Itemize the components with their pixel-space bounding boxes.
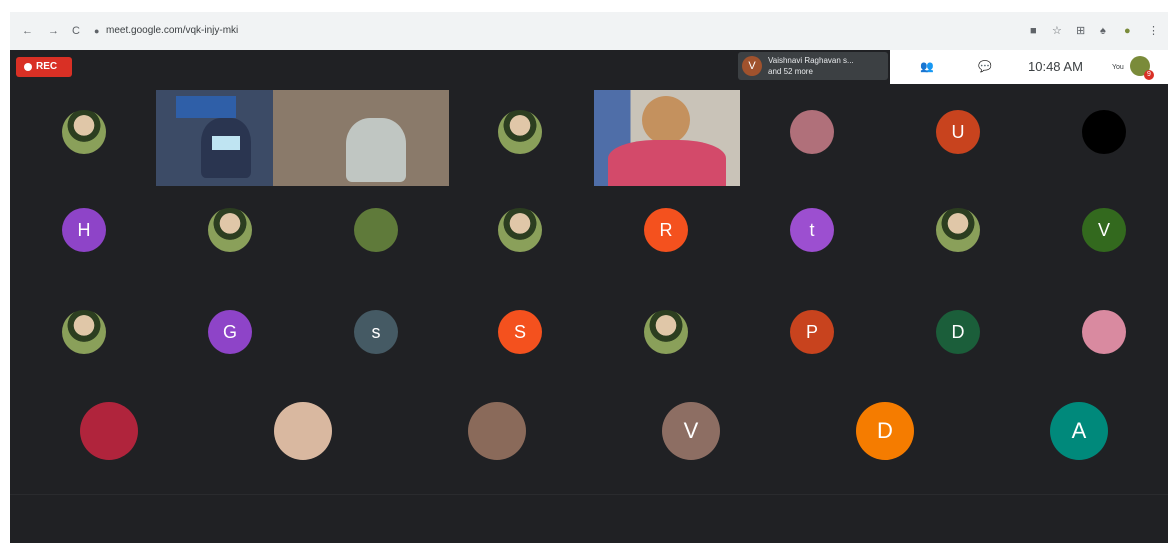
participant-avatar[interactable] [644, 310, 688, 354]
participant-avatar[interactable] [1082, 310, 1126, 354]
screenshot-frame: ← → C ● meet.google.com/vqk-injy-mki ■ ☆… [10, 12, 1168, 543]
participant-avatar[interactable] [208, 208, 252, 252]
participant-avatar[interactable] [354, 208, 398, 252]
participant-avatar[interactable] [80, 402, 138, 460]
participant-avatar-t[interactable]: t [790, 208, 834, 252]
person-image [608, 140, 726, 186]
participant-video-tile[interactable] [594, 90, 740, 186]
back-icon[interactable]: ← [22, 12, 33, 50]
reload-icon[interactable]: C [72, 12, 80, 50]
participant-avatar[interactable] [936, 208, 980, 252]
participant-avatar[interactable] [62, 110, 106, 154]
participant-avatar[interactable] [62, 310, 106, 354]
presenter-chip[interactable]: V Vaishnavi Raghavan s... and 52 more [738, 52, 888, 80]
bottom-bar [10, 494, 1168, 543]
mask-image [212, 136, 240, 150]
presenter-name: Vaishnavi Raghavan s... [768, 56, 854, 65]
participant-avatar[interactable] [468, 402, 526, 460]
face-image [642, 96, 690, 144]
recording-label: REC [36, 61, 58, 72]
participant-avatar-r[interactable]: R [644, 208, 688, 252]
participant-avatar-p[interactable]: P [790, 310, 834, 354]
participant-avatar-d[interactable]: D [936, 310, 980, 354]
meet-top-bar: REC V Vaishnavi Raghavan s... and 52 mor… [10, 50, 1168, 84]
star-icon[interactable]: ☆ [1052, 12, 1062, 50]
menu-icon[interactable]: ⋮ [1148, 12, 1159, 50]
people-icon[interactable]: 👥 [920, 50, 934, 84]
participant-avatar[interactable] [274, 402, 332, 460]
forward-icon[interactable]: → [48, 12, 59, 50]
participant-video-tile[interactable] [156, 90, 449, 186]
participant-avatar-v[interactable]: V [1082, 208, 1126, 252]
url-field[interactable]: meet.google.com/vqk-injy-mki [106, 12, 238, 50]
participant-avatar-s-lower[interactable]: s [354, 310, 398, 354]
participant-avatar-s[interactable]: S [498, 310, 542, 354]
extension-icon[interactable]: ⊞ [1076, 12, 1085, 50]
person-image [346, 118, 406, 182]
browser-toolbar: ← → C ● meet.google.com/vqk-injy-mki ■ ☆… [10, 12, 1168, 50]
recording-badge: REC [16, 57, 72, 77]
participant-avatar-d[interactable]: D [856, 402, 914, 460]
participant-grid: U H R t V G s S P D V D A [10, 84, 1168, 494]
record-dot-icon [24, 63, 32, 71]
chat-icon[interactable]: 💬 [978, 50, 992, 84]
lock-icon: ● [94, 26, 100, 36]
participant-avatar-u[interactable]: U [936, 110, 980, 154]
notification-badge: 9 [1144, 70, 1154, 80]
participant-avatar-a[interactable]: A [1050, 402, 1108, 460]
participant-avatar-h[interactable]: H [62, 208, 106, 252]
banner-image [176, 96, 236, 118]
profile-icon[interactable]: ● [1124, 12, 1131, 50]
camera-icon[interactable]: ■ [1030, 12, 1037, 50]
participant-avatar-g[interactable]: G [208, 310, 252, 354]
puzzle-icon[interactable]: ♠ [1100, 12, 1106, 50]
participant-avatar[interactable] [498, 110, 542, 154]
participant-avatar-v[interactable]: V [662, 402, 720, 460]
participant-more: and 52 more [768, 67, 813, 76]
meet-controls: 👥 💬 10:48 AM You 9 [890, 50, 1168, 84]
clock: 10:48 AM [1028, 59, 1083, 74]
you-label: You [1112, 64, 1124, 71]
participant-avatar[interactable] [1082, 110, 1126, 154]
participant-avatar[interactable] [498, 208, 542, 252]
presenter-avatar: V [742, 56, 762, 76]
participant-avatar[interactable] [790, 110, 834, 154]
